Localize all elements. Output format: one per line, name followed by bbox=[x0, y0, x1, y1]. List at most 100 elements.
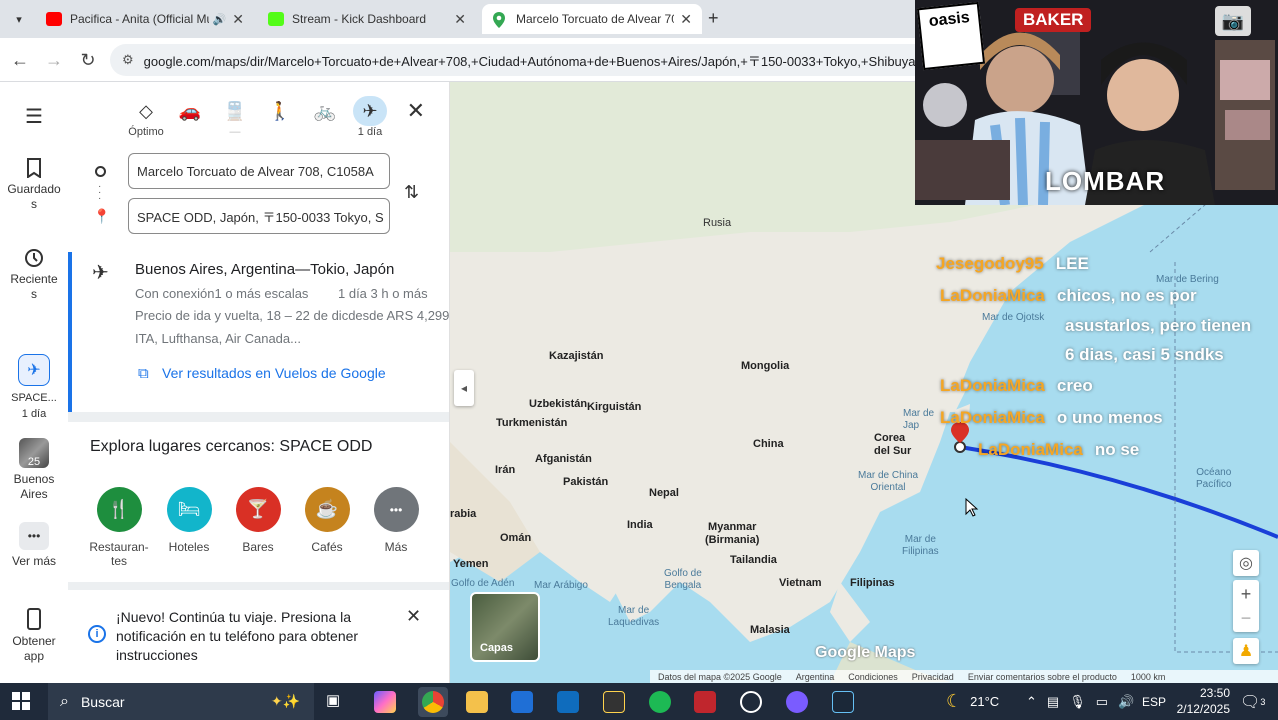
mode-transit[interactable]: 🚆 — bbox=[213, 96, 257, 139]
place-bars[interactable]: 🍸 Bares bbox=[223, 487, 293, 554]
language-indicator[interactable]: ESP bbox=[1142, 683, 1166, 720]
clock[interactable]: 23:50 2/12/2025 bbox=[1174, 685, 1230, 717]
collapse-panel-icon[interactable]: ◂ bbox=[454, 370, 474, 406]
back-icon[interactable]: ← bbox=[8, 48, 32, 72]
mode-optimo[interactable]: ◇ Óptimo bbox=[124, 96, 168, 139]
steam-icon[interactable] bbox=[832, 691, 854, 713]
footer-feedback[interactable]: Enviar comentarios sobre el producto bbox=[968, 672, 1117, 682]
store-icon[interactable] bbox=[511, 691, 533, 713]
search-icon: ⌕ bbox=[60, 692, 69, 710]
taskbar-search[interactable]: ⌕ Buscar ✦✨ bbox=[48, 683, 314, 720]
rail-buenos-aires[interactable]: 25 Buenos Aires bbox=[0, 438, 68, 502]
bike-icon: 🚲 bbox=[313, 100, 337, 121]
file-explorer-icon[interactable] bbox=[466, 691, 488, 713]
directions-icon: ◇ bbox=[139, 100, 153, 121]
voicemeeter-icon[interactable] bbox=[694, 691, 716, 713]
camera-icon: 📷 bbox=[1215, 6, 1251, 36]
tray-chevron-icon[interactable]: ⌃ bbox=[1026, 694, 1037, 710]
tab-maps[interactable]: Marcelo Torcuato de Alvear 708 ✕ bbox=[482, 4, 702, 34]
mode-flight[interactable]: ✈ 1 día bbox=[348, 96, 392, 138]
rail-more[interactable]: ••• Ver más bbox=[0, 522, 68, 569]
network-icon[interactable]: ▭ bbox=[1096, 694, 1108, 710]
chrome-icon[interactable] bbox=[422, 691, 444, 713]
close-tab-icon[interactable]: ✕ bbox=[454, 11, 466, 28]
chat-msg: asustarlos, pero tienen bbox=[1065, 316, 1252, 335]
speaker-icon[interactable]: 🔊 bbox=[213, 13, 227, 26]
close-tab-icon[interactable]: ✕ bbox=[232, 11, 244, 28]
scale-label[interactable]: 1000 km bbox=[1131, 672, 1166, 682]
microphone-icon[interactable]: 🎙 bbox=[1069, 694, 1086, 710]
mode-label: Óptimo bbox=[128, 126, 164, 138]
my-location-icon[interactable]: ◎ bbox=[1233, 550, 1259, 576]
tab-kick[interactable]: Stream - Kick Dashboard ✕ bbox=[258, 4, 476, 34]
chat-user: Jesegodoy95 bbox=[936, 254, 1044, 273]
mouse-cursor-icon bbox=[965, 497, 979, 517]
forward-icon[interactable]: → bbox=[42, 48, 66, 72]
hotel-icon: 🛏 bbox=[166, 487, 212, 532]
mode-car[interactable]: 🚗 bbox=[168, 96, 212, 126]
rail-recent[interactable]: Reciente s bbox=[0, 248, 68, 302]
pegman-icon[interactable]: ♟ bbox=[1233, 638, 1259, 664]
site-info-icon[interactable]: ⚙ bbox=[122, 52, 134, 68]
place-more[interactable]: ••• Más bbox=[361, 487, 431, 554]
task-view-icon[interactable]: ▣ bbox=[326, 691, 348, 713]
app-icon[interactable] bbox=[603, 691, 625, 713]
place-cafes[interactable]: ☕ Cafés bbox=[292, 487, 362, 554]
zoom-control[interactable]: + − bbox=[1233, 580, 1259, 632]
volume-icon[interactable]: 🔊 bbox=[1118, 694, 1134, 710]
destination-input[interactable]: SPACE ODD, Japón, 〒150-0033 Tokyo, S bbox=[128, 198, 390, 234]
tray-app-icon[interactable]: ▤ bbox=[1047, 694, 1059, 710]
origin-dot-icon bbox=[95, 166, 106, 177]
rail-get-app[interactable]: Obtener app bbox=[0, 608, 68, 664]
map-footer: Datos del mapa ©2025 Google Argentina Co… bbox=[650, 670, 1278, 683]
windows-start-icon[interactable] bbox=[12, 692, 30, 710]
place-restaurants[interactable]: 🍴 Restauran- tes bbox=[84, 487, 154, 568]
mode-label: — bbox=[229, 126, 241, 138]
spotify-icon[interactable] bbox=[649, 691, 671, 713]
rail-saved[interactable]: Guardado s bbox=[0, 158, 68, 212]
chat-line: LaDoniaMica chicos, no es por bbox=[940, 286, 1197, 306]
rail-label: Guardado s bbox=[7, 182, 61, 211]
chat-msg: chicos, no es por bbox=[1056, 286, 1197, 305]
close-tab-icon[interactable]: ✕ bbox=[680, 11, 692, 28]
clock-time: 23:50 bbox=[1199, 686, 1230, 700]
place-hotels[interactable]: 🛏 Hoteles bbox=[154, 487, 224, 554]
chat-line: asustarlos, pero tienen bbox=[1065, 316, 1251, 336]
mode-walk[interactable]: 🚶 bbox=[258, 96, 302, 126]
new-tab-button[interactable]: + bbox=[708, 8, 719, 29]
close-notice-icon[interactable]: ✕ bbox=[406, 606, 421, 627]
rail-recent-trip[interactable]: ✈ SPACE... 1 día bbox=[0, 354, 68, 422]
reload-icon[interactable]: ↻ bbox=[76, 48, 100, 72]
rail-label: Ver más bbox=[11, 554, 56, 568]
tab-search-button[interactable]: ▾ bbox=[8, 8, 30, 30]
weather-widget[interactable]: ☾ 21°C bbox=[946, 683, 999, 720]
zoom-in-icon[interactable]: + bbox=[1241, 582, 1252, 606]
mode-bike[interactable]: 🚲 bbox=[303, 96, 347, 126]
google-flights-link[interactable]: Ver resultados en Vuelos de Google bbox=[162, 365, 386, 381]
layers-button[interactable]: Capas bbox=[470, 592, 540, 662]
route-price: Precio de ida y vuelta, 18 – 22 de dicde… bbox=[135, 308, 450, 323]
discord-icon[interactable] bbox=[786, 691, 808, 713]
chat-user: LaDoniaMica bbox=[940, 408, 1045, 427]
origin-input[interactable]: Marcelo Torcuato de Alvear 708, C1058A bbox=[128, 153, 390, 189]
chat-msg: 6 dias, casi 5 sndks bbox=[1065, 345, 1224, 364]
menu-icon[interactable]: ☰ bbox=[0, 104, 68, 129]
flight-route-card[interactable]: ✈ Buenos Aires, Argentina—Tokio, Japón C… bbox=[68, 252, 450, 412]
tab-title: Stream - Kick Dashboard bbox=[292, 12, 427, 26]
system-tray-icons[interactable]: ⌃ ▤ 🎙 ▭ 🔊 bbox=[1026, 683, 1134, 720]
car-icon: 🚗 bbox=[178, 100, 202, 121]
zoom-out-icon[interactable]: − bbox=[1241, 606, 1252, 630]
swap-icon[interactable]: ⇅ bbox=[404, 182, 419, 203]
notification-icon[interactable]: 🗨 3 bbox=[1240, 683, 1265, 720]
route-origin-dot bbox=[954, 441, 966, 453]
tab-youtube[interactable]: Pacifica - Anita (Official Mu 🔊 ✕ bbox=[36, 4, 254, 34]
url-field[interactable]: ⚙ google.com/maps/dir/Marcelo+Torcuato+d… bbox=[110, 44, 940, 76]
outlook-icon[interactable] bbox=[557, 691, 579, 713]
copilot-icon[interactable] bbox=[374, 691, 396, 713]
close-directions-icon[interactable]: ✕ bbox=[407, 98, 425, 124]
obs-icon[interactable] bbox=[740, 691, 762, 713]
rail-label: Obtener app bbox=[12, 634, 56, 663]
footer-privacy[interactable]: Privacidad bbox=[912, 672, 954, 682]
footer-region[interactable]: Argentina bbox=[796, 672, 835, 682]
footer-terms[interactable]: Condiciones bbox=[848, 672, 898, 682]
